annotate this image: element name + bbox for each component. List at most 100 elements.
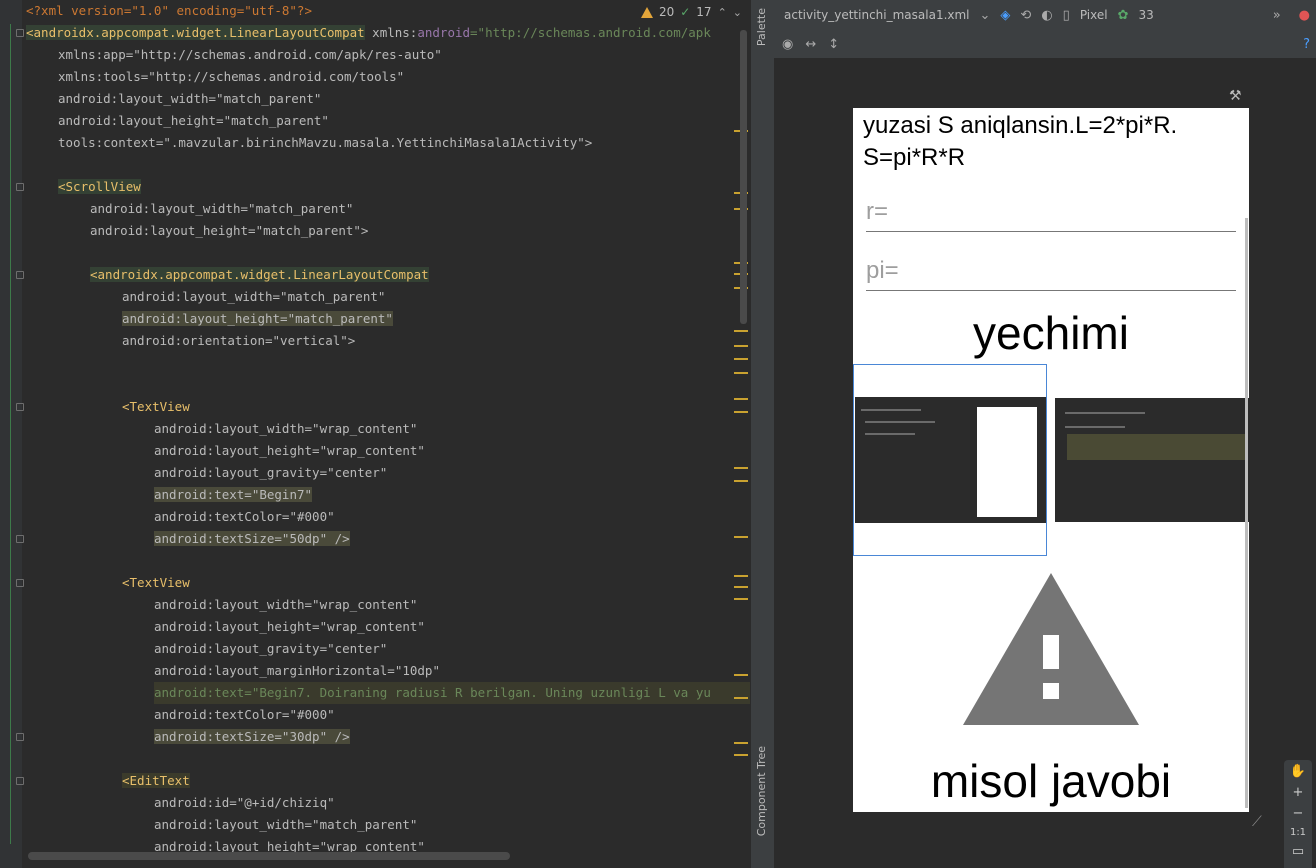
code-token: <androidx.appcompat.widget.LinearLayoutC… (90, 267, 429, 282)
thumbnail-line (865, 421, 935, 423)
fold-marker[interactable] (16, 183, 24, 191)
stripe-mark[interactable] (734, 411, 748, 413)
stripe-mark[interactable] (734, 345, 748, 347)
code-token: android (417, 25, 471, 40)
fold-marker[interactable] (16, 535, 24, 543)
code-line: xmlns:app="http://schemas.android.com/ap… (58, 47, 442, 62)
component-tree-tab[interactable]: Component Tree (755, 746, 768, 836)
fold-marker[interactable] (16, 733, 24, 741)
fold-marker[interactable] (16, 29, 24, 37)
code-line: android:layout_height="match_parent" (58, 113, 329, 128)
horizontal-scrollbar[interactable] (28, 852, 510, 860)
fold-marker[interactable] (16, 271, 24, 279)
api-level-selector[interactable]: 33 (1139, 8, 1154, 22)
zoom-out-icon[interactable]: − (1293, 806, 1304, 821)
code-line: android:layout_width="wrap_content" (154, 421, 418, 436)
error-icon[interactable]: ● (1299, 8, 1316, 23)
code-token: android:text="Begin7" (154, 487, 313, 502)
code-editor[interactable]: <?xml version="1.0" encoding="utf-8"?> <… (0, 0, 750, 868)
code-line: <androidx.appcompat.widget.LinearLayoutC… (90, 264, 429, 286)
pi-input[interactable]: pi= (866, 251, 1236, 291)
code-line: android:layout_width="match_parent" (58, 91, 322, 106)
radius-input[interactable]: r= (866, 192, 1236, 232)
stripe-mark[interactable] (734, 330, 748, 332)
code-line: android:layout_height="wrap_content" (154, 443, 425, 458)
design-canvas[interactable]: ⚒ yuzasi S aniqlansin.L=2*pi*R. S=pi*R*R… (774, 58, 1316, 868)
zoom-controls: ✋ + − 1:1 ▭ (1284, 760, 1312, 868)
chevron-down-icon[interactable]: ⌄ (980, 8, 991, 23)
result-text[interactable]: misol javobi (853, 754, 1249, 808)
previous-highlight-icon[interactable]: ⌃ (718, 6, 727, 19)
description-text[interactable]: yuzasi S aniqlansin.L=2*pi*R. S=pi*R*R (863, 110, 1243, 174)
code-line: android:layout_width="wrap_content" (154, 597, 418, 612)
thumbnail-line (861, 409, 921, 411)
preview-image[interactable] (853, 364, 1047, 556)
vertical-scrollbar[interactable] (740, 30, 747, 324)
weak-warning-icon: ✓ (680, 5, 691, 19)
fold-marker[interactable] (16, 777, 24, 785)
stripe-mark[interactable] (734, 480, 748, 482)
code-line: android:textColor="#000" (154, 509, 335, 524)
thumbnail-line (1065, 426, 1125, 428)
stripe-mark[interactable] (734, 467, 748, 469)
warning-icon (963, 573, 1139, 725)
help-icon[interactable]: ? (1303, 37, 1316, 52)
thumbnail-highlight (1067, 434, 1247, 460)
design-toolbar: activity_yettinchi_masala1.xml ⌄ ◈ ⟲ ◐ ▯… (774, 0, 1316, 30)
code-line: android:textSize="30dp" /> (154, 726, 350, 748)
warning-icon (640, 6, 653, 18)
wrench-icon[interactable]: ⚒ (1229, 88, 1242, 104)
stripe-mark[interactable] (734, 398, 748, 400)
pan-icon[interactable]: ✋ (1290, 764, 1306, 779)
code-line: android:layout_height="match_parent" (122, 308, 393, 330)
more-icon[interactable]: » (1273, 8, 1289, 23)
device-selector[interactable]: Pixel (1080, 8, 1108, 22)
fold-marker[interactable] (16, 403, 24, 411)
solve-button[interactable]: yechimi (853, 306, 1249, 360)
stripe-mark[interactable] (734, 586, 748, 588)
stripe-mark[interactable] (734, 674, 748, 676)
vertical-resize-icon[interactable]: ↕ (828, 37, 839, 52)
resize-handle-icon[interactable]: ⟋ (1252, 814, 1272, 834)
stripe-mark[interactable] (734, 742, 748, 744)
zoom-actual-size-button[interactable]: 1:1 (1290, 827, 1306, 838)
thumbnail-line (865, 433, 915, 435)
device-icon[interactable]: ▯ (1063, 8, 1070, 23)
code-line: xmlns:tools="http://schemas.android.com/… (58, 69, 405, 84)
eye-icon[interactable]: ◉ (782, 37, 793, 52)
code-line: android:layout_width="match_parent" (122, 289, 386, 304)
code-line: android:orientation="vertical"> (122, 333, 356, 348)
stripe-mark[interactable] (734, 575, 748, 577)
file-selector[interactable]: activity_yettinchi_masala1.xml (784, 8, 970, 22)
code-line: android:layout_gravity="center" (154, 465, 388, 480)
fold-marker[interactable] (16, 579, 24, 587)
code-line: android:layout_height="match_parent"> (90, 223, 369, 238)
layers-icon[interactable]: ◈ (1000, 8, 1010, 23)
preview-image[interactable] (1055, 398, 1249, 522)
stripe-mark[interactable] (734, 598, 748, 600)
view-options-toolbar: ◉ ↔ ↕ ? (774, 30, 1316, 58)
code-line: <ScrollView (58, 176, 141, 198)
code-line: android:text="Begin7" (154, 484, 313, 506)
stripe-mark[interactable] (734, 372, 748, 374)
code-line: android:text="Begin7. Doiraning radiusi … (154, 682, 750, 704)
code-line: <TextView (122, 399, 190, 414)
code-token: xmlns: (364, 25, 418, 40)
stripe-mark[interactable] (734, 697, 748, 699)
code-line: <EditText (122, 770, 190, 792)
zoom-to-fit-icon[interactable]: ▭ (1292, 844, 1304, 859)
code-line: android:textSize="50dp" /> (154, 528, 350, 550)
screenshot-thumbnail (855, 397, 1046, 523)
phone-scrollbar[interactable] (1245, 218, 1248, 808)
code-line: <TextView (122, 575, 190, 590)
zoom-in-icon[interactable]: + (1293, 785, 1304, 800)
orientation-icon[interactable]: ⟲ (1020, 8, 1031, 23)
stripe-mark[interactable] (734, 754, 748, 756)
night-mode-icon[interactable]: ◐ (1041, 8, 1052, 23)
stripe-mark[interactable] (734, 536, 748, 538)
code-line: android:layout_height="wrap_content" (154, 619, 425, 634)
stripe-mark[interactable] (734, 358, 748, 360)
palette-tab[interactable]: Palette (755, 8, 768, 46)
horizontal-resize-icon[interactable]: ↔ (805, 37, 816, 52)
phone-preview[interactable]: yuzasi S aniqlansin.L=2*pi*R. S=pi*R*R r… (853, 108, 1249, 812)
